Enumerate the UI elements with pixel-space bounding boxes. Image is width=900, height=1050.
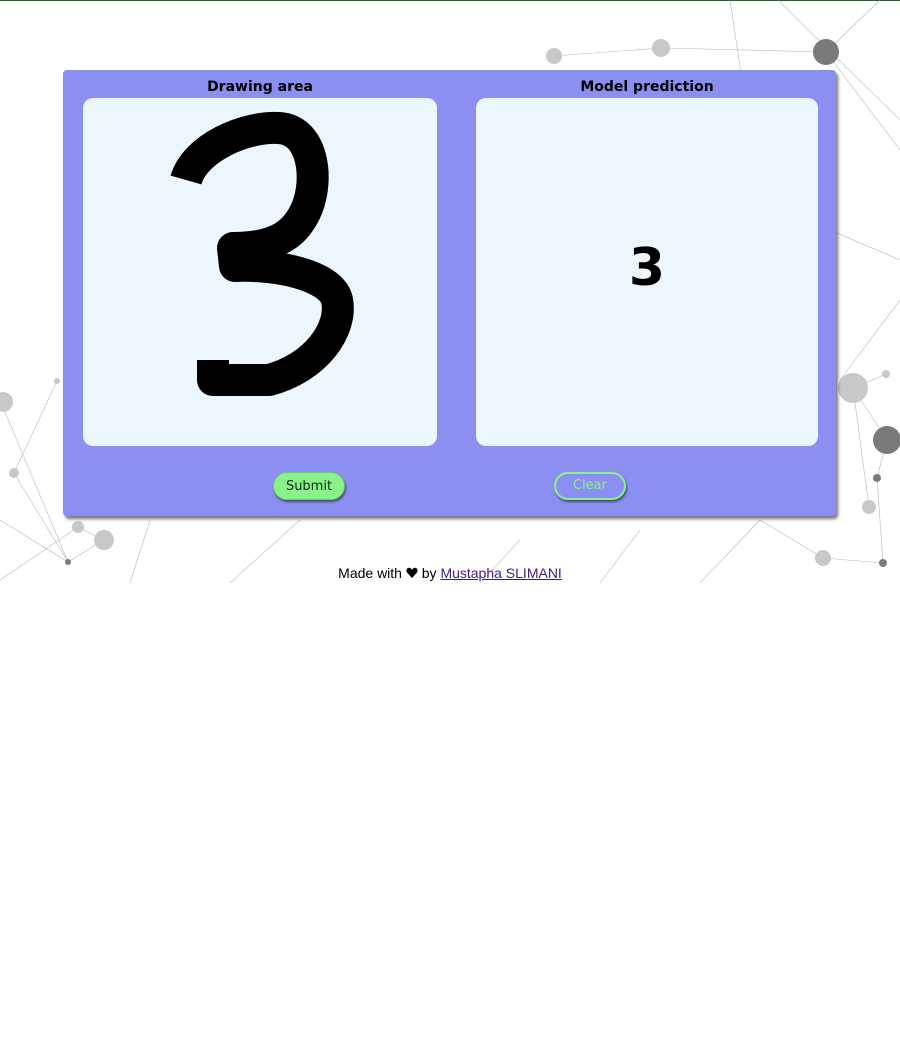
author-link[interactable]: Mustapha SLIMANI: [440, 565, 561, 581]
footer-prefix: Made with: [338, 565, 402, 581]
predicted-digit: 3: [628, 238, 666, 298]
drawing-canvas[interactable]: [83, 98, 437, 446]
drawing-area-title: Drawing area: [207, 79, 313, 95]
model-prediction-title: Model prediction: [580, 79, 714, 95]
clear-button[interactable]: Clear: [554, 472, 626, 500]
footer-by: by: [421, 565, 437, 581]
prediction-display: 3: [476, 98, 818, 446]
heart-icon: [406, 566, 418, 582]
digit-recognizer-panel: Drawing area Model prediction 3 Submit C…: [63, 70, 836, 516]
submit-button[interactable]: Submit: [273, 472, 345, 500]
drawn-digit-stroke: [170, 111, 354, 396]
footer-credit: Made with by Mustapha SLIMANI: [0, 565, 900, 582]
